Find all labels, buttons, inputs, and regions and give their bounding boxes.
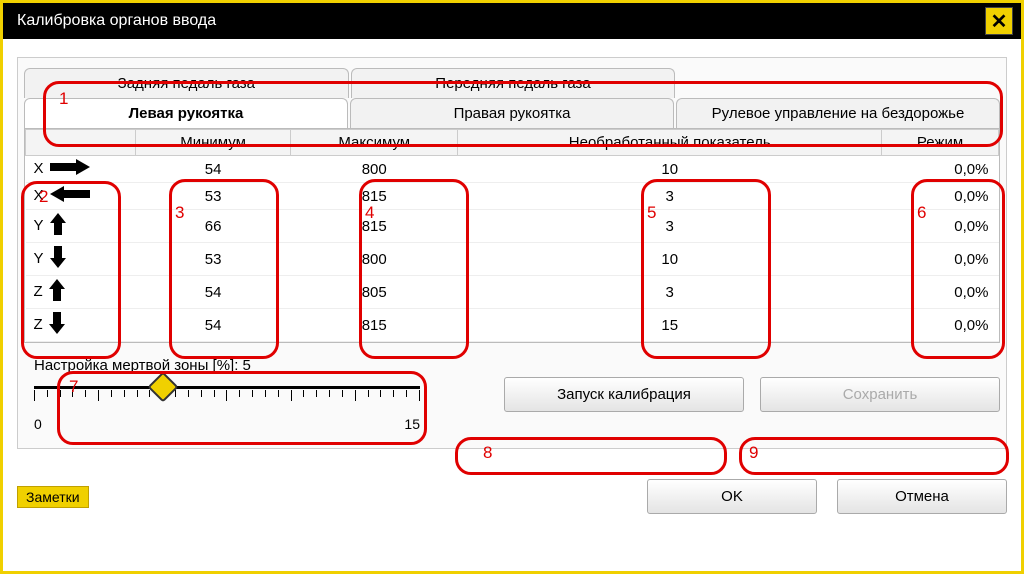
max-cell: 805 — [291, 276, 458, 309]
mode-cell: 0,0% — [882, 156, 999, 183]
table-row: Z5480530,0% — [26, 276, 999, 309]
slider-min: 0 — [34, 416, 42, 432]
slider-max: 15 — [404, 416, 420, 432]
axis-cell: Z — [26, 276, 136, 309]
deadzone-label: Настройка мертвой зоны [%]: — [34, 357, 243, 374]
axis-cell: Z — [26, 309, 136, 342]
arrow-right-icon — [50, 159, 90, 179]
tab-offroad-steering[interactable]: Рулевое управление на бездорожье — [676, 98, 1000, 128]
axis-cell: X — [26, 156, 136, 183]
max-cell: 800 — [291, 156, 458, 183]
deadzone-value: 5 — [243, 357, 251, 374]
tab-rear-pedal[interactable]: Задняя педаль газа — [24, 68, 349, 98]
mode-cell: 0,0% — [882, 210, 999, 243]
arrow-up-icon — [49, 279, 65, 305]
col-raw: Необработанный показатель — [458, 130, 882, 156]
col-min: Минимум — [136, 130, 291, 156]
arrow-down-icon — [50, 246, 66, 272]
max-cell: 815 — [291, 309, 458, 342]
close-icon: ✕ — [991, 9, 1008, 34]
max-cell: 815 — [291, 183, 458, 210]
max-cell: 815 — [291, 210, 458, 243]
table-row: Z54815150,0% — [26, 309, 999, 342]
min-cell: 53 — [136, 183, 291, 210]
min-cell: 54 — [136, 276, 291, 309]
arrow-up-icon — [50, 213, 66, 239]
table-row: X5381530,0% — [26, 183, 999, 210]
col-axis — [26, 130, 136, 156]
start-calibration-button[interactable]: Запуск калибрация — [504, 377, 744, 412]
close-button[interactable]: ✕ — [985, 7, 1013, 35]
tabs-row-top: Задняя педаль газа Передняя педаль газа — [24, 68, 1000, 98]
titlebar: Калибровка органов ввода ✕ — [3, 3, 1021, 39]
axis-cell: Y — [26, 243, 136, 276]
raw-cell: 3 — [458, 276, 882, 309]
raw-cell: 3 — [458, 183, 882, 210]
tab-left-handle[interactable]: Левая рукоятка — [24, 98, 348, 128]
save-button[interactable]: Сохранить — [760, 377, 1000, 412]
axis-cell: X — [26, 183, 136, 210]
tab-right-handle[interactable]: Правая рукоятка — [350, 98, 674, 128]
tab-blank — [677, 68, 1000, 98]
axis-cell: Y — [26, 210, 136, 243]
raw-cell: 10 — [458, 156, 882, 183]
cancel-button[interactable]: Отмена — [837, 479, 1007, 514]
arrow-left-icon — [50, 186, 90, 206]
table-row: X54800100,0% — [26, 156, 999, 183]
table-row: Y6681530,0% — [26, 210, 999, 243]
mode-cell: 0,0% — [882, 309, 999, 342]
max-cell: 800 — [291, 243, 458, 276]
mode-cell: 0,0% — [882, 183, 999, 210]
col-mode: Режим — [882, 130, 999, 156]
mode-cell: 0,0% — [882, 243, 999, 276]
raw-cell: 15 — [458, 309, 882, 342]
mode-cell: 0,0% — [882, 276, 999, 309]
ok-button[interactable]: OK — [647, 479, 817, 514]
deadzone-slider[interactable] — [34, 378, 420, 414]
arrow-down-icon — [49, 312, 65, 338]
notes-tag[interactable]: Заметки — [17, 486, 89, 508]
raw-cell: 10 — [458, 243, 882, 276]
raw-cell: 3 — [458, 210, 882, 243]
calibration-panel: Задняя педаль газа Передняя педаль газа … — [17, 57, 1007, 449]
min-cell: 66 — [136, 210, 291, 243]
min-cell: 53 — [136, 243, 291, 276]
min-cell: 54 — [136, 309, 291, 342]
min-cell: 54 — [136, 156, 291, 183]
tab-front-pedal[interactable]: Передняя педаль газа — [351, 68, 676, 98]
deadzone-control: Настройка мертвой зоны [%]: 5 0 15 — [24, 353, 424, 436]
calibration-table: Минимум Максимум Необработанный показате… — [24, 128, 1000, 343]
tabs-row-bottom: Левая рукоятка Правая рукоятка Рулевое у… — [24, 98, 1000, 128]
table-row: Y53800100,0% — [26, 243, 999, 276]
col-max: Максимум — [291, 130, 458, 156]
window-title: Калибровка органов ввода — [17, 12, 216, 30]
